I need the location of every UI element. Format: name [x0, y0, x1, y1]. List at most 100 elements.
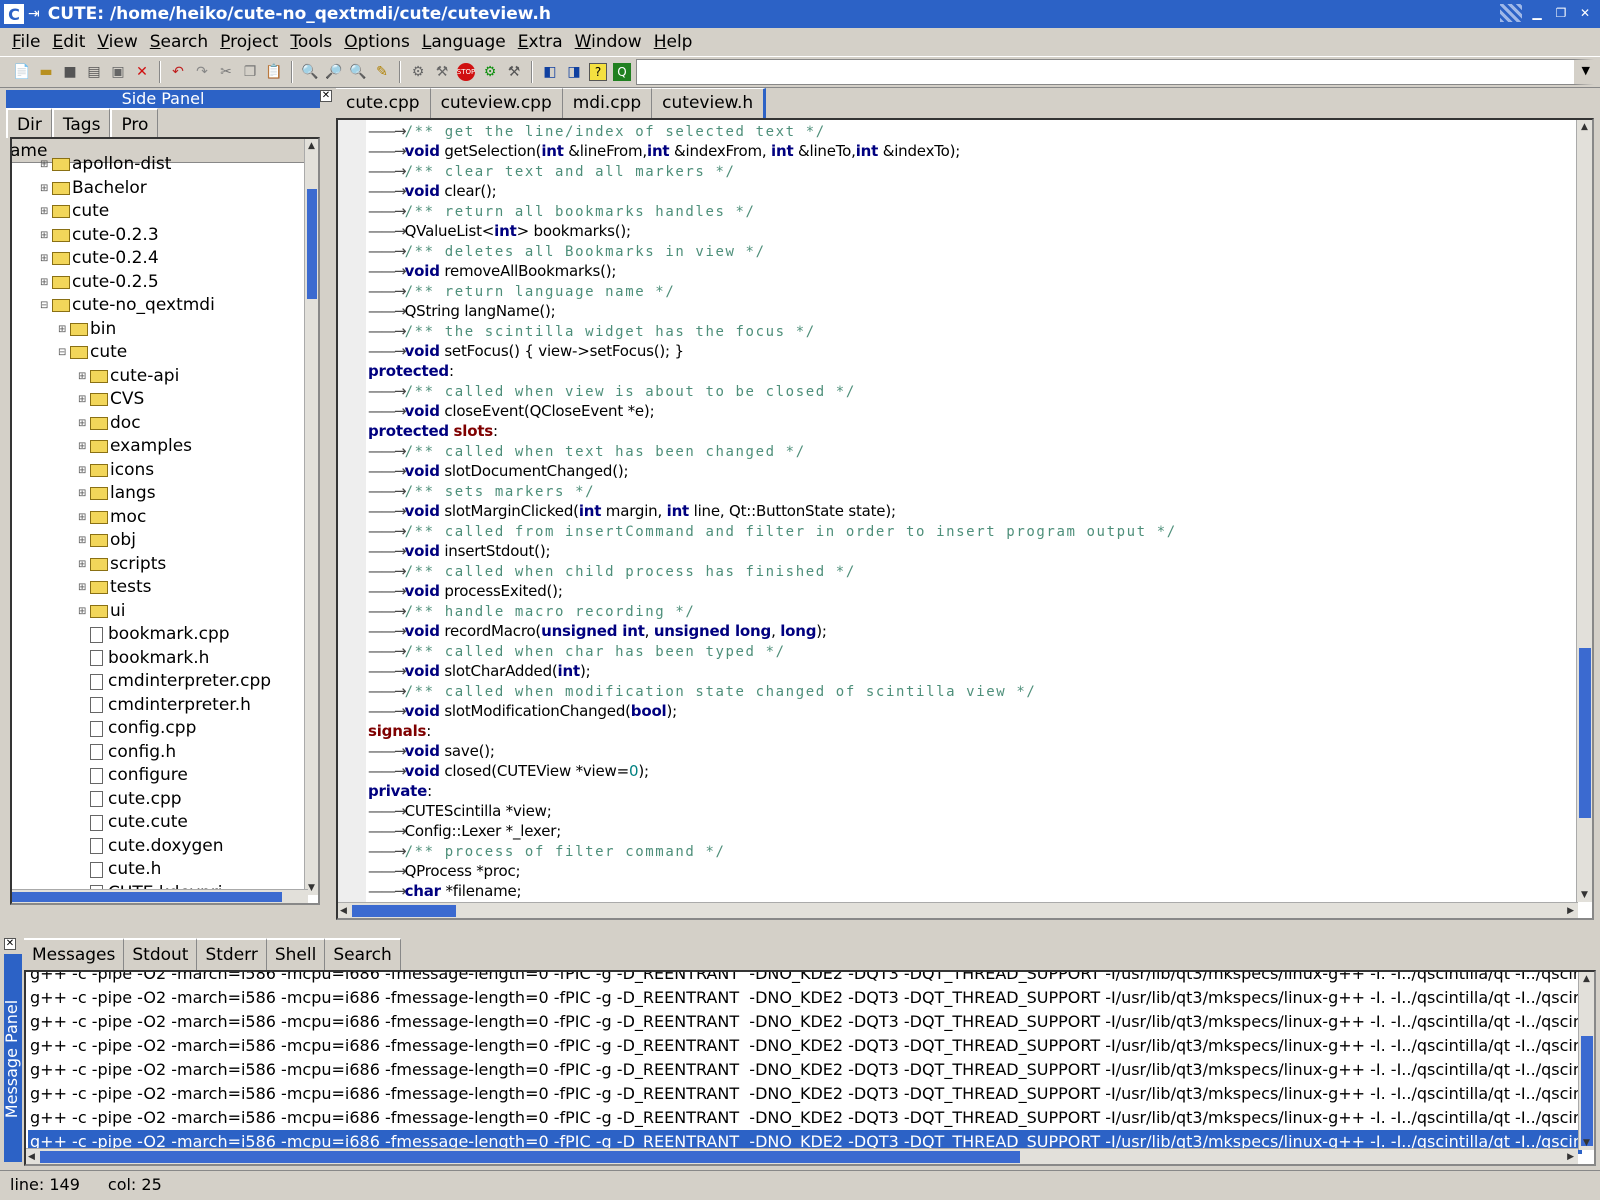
expand-icon[interactable]: ⊞: [40, 224, 50, 247]
tree-item[interactable]: ⊟ cute-no_qextmdi: [40, 294, 215, 317]
scroll-down-icon[interactable]: ▼: [1581, 890, 1588, 900]
tree-item[interactable]: ⊞ ui: [78, 600, 126, 623]
message-line[interactable]: g++ -c -pipe -O2 -march=i586 -mcpu=i686 …: [28, 972, 1582, 986]
expand-icon[interactable]: ⊞: [40, 247, 50, 270]
print-icon[interactable]: ▣: [109, 63, 127, 81]
find-next-icon[interactable]: 🔎: [325, 63, 343, 81]
collapse-icon[interactable]: ⊟: [58, 341, 68, 364]
close-icon[interactable]: ✕: [320, 90, 332, 102]
back-icon[interactable]: ◧: [541, 63, 559, 81]
tree-item[interactable]: ⊞ cute-0.2.4: [40, 247, 159, 270]
message-line[interactable]: g++ -c -pipe -O2 -march=i586 -mcpu=i686 …: [28, 1082, 1582, 1106]
undo-icon[interactable]: ↶: [169, 63, 187, 81]
tree-item[interactable]: ⊞ Bachelor: [40, 177, 147, 200]
code-editor[interactable]: ——→/** get the line/index of selected te…: [336, 118, 1594, 920]
tab-shell[interactable]: Shell: [266, 938, 326, 970]
editor-vertical-scrollbar[interactable]: ▲ ▼: [1576, 120, 1592, 902]
redo-icon[interactable]: ↷: [193, 63, 211, 81]
tab-dir[interactable]: Dir: [6, 108, 52, 138]
scroll-thumb[interactable]: [352, 905, 456, 917]
message-line[interactable]: g++ -c -pipe -O2 -march=i586 -mcpu=i686 …: [28, 1010, 1582, 1034]
menu-item-file[interactable]: File: [6, 32, 46, 52]
tree-item[interactable]: ⊞ apollon-dist: [40, 153, 171, 176]
tab-stderr[interactable]: Stderr: [197, 938, 267, 970]
expand-icon[interactable]: ⊞: [78, 365, 88, 388]
chevron-down-icon[interactable]: ▼: [1582, 64, 1590, 77]
find-previous-icon[interactable]: 🔍: [349, 63, 367, 81]
tree-item[interactable]: ⊟ cute: [58, 341, 127, 364]
stop-icon[interactable]: STOP: [457, 63, 475, 81]
tree-item[interactable]: ⊞ scripts: [78, 553, 166, 576]
message-list[interactable]: g++ -c -pipe -O2 -march=i586 -mcpu=i686 …: [24, 970, 1596, 1166]
tree-item[interactable]: ⊞ bin: [58, 318, 116, 341]
tree-item[interactable]: ⊞ doc: [78, 412, 141, 435]
close-icon[interactable]: ✕: [133, 63, 151, 81]
message-line[interactable]: g++ -c -pipe -O2 -march=i586 -mcpu=i686 …: [28, 1058, 1582, 1082]
scroll-up-icon[interactable]: ▲: [1581, 122, 1588, 132]
minimize-icon[interactable]: ▁: [1528, 4, 1546, 22]
replace-icon[interactable]: ✎: [373, 63, 391, 81]
goto-line-icon[interactable]: ⚙: [409, 63, 427, 81]
cut-icon[interactable]: ✂: [217, 63, 235, 81]
compile-icon[interactable]: ⚒: [433, 63, 451, 81]
open-folder-icon[interactable]: ▬: [37, 63, 55, 81]
scroll-down-icon[interactable]: ▼: [1583, 1138, 1590, 1148]
tab-search[interactable]: Search: [325, 938, 401, 970]
scroll-up-icon[interactable]: ▲: [1583, 974, 1590, 984]
scroll-thumb[interactable]: [12, 892, 282, 902]
tab-stdout[interactable]: Stdout: [124, 938, 198, 970]
tree-item[interactable]: bookmark.h: [78, 647, 209, 670]
tree-item[interactable]: cute.h: [78, 858, 161, 881]
expand-icon[interactable]: ⊞: [40, 177, 50, 200]
expand-icon[interactable]: ⊞: [40, 271, 50, 294]
file-tree[interactable]: ame ⊞ apollon-dist ⊞ Bachelor ⊞ cute ⊞ cute-0.2…: [10, 137, 320, 905]
desktop-grid-icon[interactable]: [1500, 4, 1522, 22]
expand-icon[interactable]: ⊞: [78, 506, 88, 529]
tree-horizontal-scrollbar[interactable]: [12, 889, 308, 903]
tree-item[interactable]: config.h: [78, 741, 176, 764]
tab-cuteview-h[interactable]: cuteview.h: [652, 88, 767, 118]
tree-item[interactable]: ⊞ tests: [78, 576, 152, 599]
tab-mdi-cpp[interactable]: mdi.cpp: [562, 88, 653, 118]
tree-item[interactable]: cute.doxygen: [78, 835, 223, 858]
tab-tags[interactable]: Tags: [51, 108, 111, 138]
tab-cuteview-cpp[interactable]: cuteview.cpp: [430, 88, 563, 118]
menu-item-options[interactable]: Options: [338, 32, 416, 52]
menu-item-help[interactable]: Help: [648, 32, 699, 52]
tree-item[interactable]: ⊞ CVS: [78, 388, 144, 411]
tree-vertical-scrollbar[interactable]: ▲ ▼: [304, 139, 318, 895]
expand-icon[interactable]: ⊞: [78, 600, 88, 623]
restore-icon[interactable]: ❐: [1552, 4, 1570, 22]
expand-icon[interactable]: ⊞: [78, 529, 88, 552]
menu-item-search[interactable]: Search: [144, 32, 214, 52]
scroll-right-icon[interactable]: ▶: [1567, 906, 1574, 916]
new-file-icon[interactable]: 📄: [13, 63, 31, 81]
tree-item[interactable]: configure: [78, 764, 188, 787]
message-line[interactable]: g++ -c -pipe -O2 -march=i586 -mcpu=i686 …: [28, 1034, 1582, 1058]
tab-cute-cpp[interactable]: cute.cpp: [336, 88, 431, 118]
menu-item-view[interactable]: View: [91, 32, 143, 52]
message-line[interactable]: g++ -c -pipe -O2 -march=i586 -mcpu=i686 …: [28, 1106, 1582, 1130]
tree-item[interactable]: bookmark.cpp: [78, 623, 230, 646]
collapse-icon[interactable]: ⊟: [40, 294, 50, 317]
editor-horizontal-scrollbar[interactable]: ◀ ▶: [338, 902, 1578, 918]
close-window-icon[interactable]: ✕: [1576, 4, 1594, 22]
run-icon[interactable]: ⚙: [481, 63, 499, 81]
scroll-left-icon[interactable]: ◀: [340, 906, 347, 916]
scroll-thumb[interactable]: [40, 1151, 1020, 1163]
tree-item[interactable]: config.cpp: [78, 717, 196, 740]
tree-item[interactable]: ⊞ examples: [78, 435, 192, 458]
save-icon[interactable]: ■: [61, 63, 79, 81]
menu-item-edit[interactable]: Edit: [46, 32, 91, 52]
expand-icon[interactable]: ⊞: [40, 153, 50, 176]
tree-item[interactable]: ⊞ obj: [78, 529, 136, 552]
app-icon[interactable]: C: [4, 4, 24, 24]
save-all-icon[interactable]: ▤: [85, 63, 103, 81]
tree-item[interactable]: ⊞ cute: [40, 200, 109, 223]
tree-item[interactable]: ⊞ cute-api: [78, 365, 179, 388]
messages-vertical-scrollbar[interactable]: ▲ ▼: [1578, 972, 1594, 1150]
title-bar[interactable]: C ⇥ CUTE: /home/heiko/cute-no_qextmdi/cu…: [0, 0, 1600, 28]
scroll-thumb[interactable]: [1579, 648, 1591, 818]
paste-icon[interactable]: 📋: [265, 63, 283, 81]
tree-item[interactable]: cute.cute: [78, 811, 188, 834]
